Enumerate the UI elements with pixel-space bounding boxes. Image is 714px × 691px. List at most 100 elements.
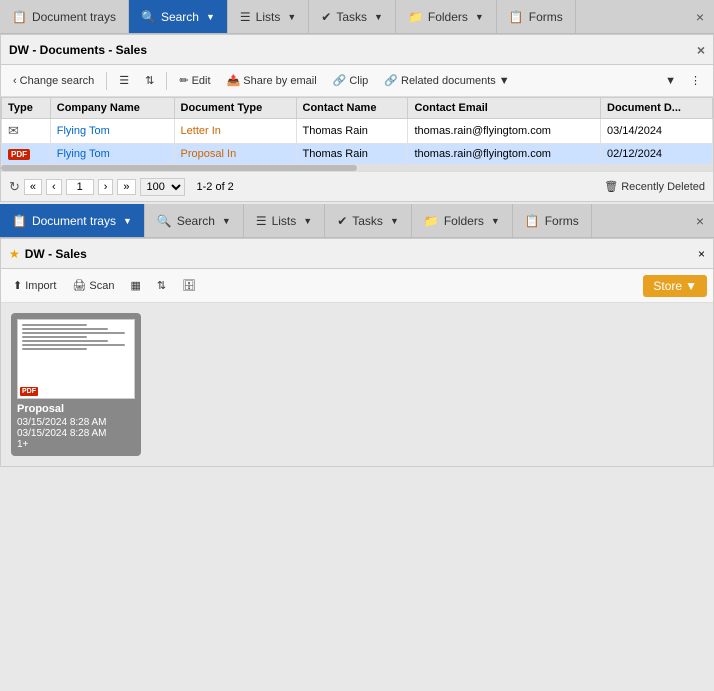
- horizontal-scrollbar[interactable]: [1, 165, 713, 171]
- related-docs-button[interactable]: 🔗 Related documents ▼: [378, 72, 515, 89]
- nav-lists-label: Lists: [256, 10, 281, 24]
- nav2-search-label: Search: [177, 214, 215, 228]
- cell-contact-email: thomas.rain@flyingtom.com: [408, 144, 601, 165]
- nav-folders-label: Folders: [428, 10, 468, 24]
- store-button[interactable]: Store ▼: [643, 275, 707, 297]
- scan-icon: 🖨: [72, 279, 86, 292]
- cell-company[interactable]: Flying Tom: [50, 119, 174, 144]
- cell-company[interactable]: Flying Tom: [50, 144, 174, 165]
- expand-button[interactable]: ▼: [659, 72, 682, 89]
- nav-search[interactable]: 🔍 Search ▼: [129, 0, 228, 33]
- nav-tasks-label: Tasks: [336, 10, 367, 24]
- nav2-lists-arrow: ▼: [303, 216, 312, 226]
- scan-label: Scan: [89, 280, 114, 292]
- search-nav-icon: 🔍: [141, 10, 156, 24]
- col-type[interactable]: Type: [2, 98, 51, 119]
- scrollbar-thumb[interactable]: [1, 165, 357, 171]
- prev-page-button[interactable]: ‹: [46, 179, 62, 195]
- thumb-line-1: [22, 324, 87, 326]
- nav2-tasks-label: Tasks: [352, 214, 383, 228]
- toolbar-right-buttons: ▼ ⋮: [659, 72, 707, 89]
- nav-tasks[interactable]: ✔ Tasks ▼: [309, 0, 396, 33]
- col-company[interactable]: Company Name: [50, 98, 174, 119]
- results-table-wrapper: Type Company Name Document Type Contact …: [1, 97, 713, 165]
- list-view-button[interactable]: ☰: [113, 72, 135, 89]
- table-row[interactable]: PDFFlying TomProposal InThomas Rainthoma…: [2, 144, 713, 165]
- panel1-titlebar: DW - Documents - Sales ×: [1, 35, 713, 65]
- nav2-lists-label: Lists: [272, 214, 297, 228]
- database-button[interactable]: 🗄: [176, 277, 202, 294]
- col-doctype[interactable]: Document Type: [174, 98, 296, 119]
- first-page-button[interactable]: «: [24, 179, 42, 195]
- share-email-button[interactable]: 📤 Share by email: [221, 72, 323, 89]
- change-search-label: Change search: [20, 75, 95, 87]
- col-contact[interactable]: Contact Name: [296, 98, 408, 119]
- nav2-tasks-arrow: ▼: [390, 216, 399, 226]
- star-icon: ★: [9, 247, 20, 261]
- nav2-doc-trays-arrow: ▼: [123, 216, 132, 226]
- email-type-icon: ✉: [8, 123, 19, 138]
- company-link[interactable]: Flying Tom: [57, 125, 110, 137]
- page-info-label: 1-2 of 2: [197, 181, 234, 193]
- col-date[interactable]: Document D...: [601, 98, 713, 119]
- col-email[interactable]: Contact Email: [408, 98, 601, 119]
- cell-doc-date: 02/12/2024: [601, 144, 713, 165]
- panel2-titlebar: ★ DW - Sales ×: [1, 239, 713, 269]
- clip-button[interactable]: 🔗 Clip: [327, 72, 375, 89]
- columns-button[interactable]: ▦: [124, 277, 146, 294]
- document-card-area: PDF Proposal 03/15/2024 8:28 AM 03/15/20…: [1, 303, 713, 466]
- page-size-select[interactable]: 100 50 25: [140, 178, 185, 196]
- nav2-lists[interactable]: ☰ Lists ▼: [244, 204, 325, 237]
- top-nav-close[interactable]: ×: [686, 0, 714, 33]
- nav2-folders[interactable]: 📁 Folders ▼: [412, 204, 513, 237]
- nav2-forms-icon: 📋: [525, 214, 540, 228]
- company-link[interactable]: Flying Tom: [57, 148, 110, 160]
- nav-forms[interactable]: 📋 Forms: [497, 0, 576, 33]
- nav-folders[interactable]: 📁 Folders ▼: [396, 0, 497, 33]
- pagination-bar: ↻ « ‹ 1 › » 100 50 25 1-2 of 2 🗑 Recentl…: [1, 171, 713, 201]
- nav2-search[interactable]: 🔍 Search ▼: [145, 204, 244, 237]
- scan-button[interactable]: 🖨 Scan: [66, 277, 120, 294]
- document-card-date1: 03/15/2024 8:28 AM: [17, 417, 135, 428]
- refresh-button[interactable]: ↻: [9, 179, 20, 195]
- change-search-icon: ‹: [13, 75, 17, 87]
- nav2-document-trays-label: Document trays: [32, 214, 116, 228]
- second-navigation: 📋 Document trays ▼ 🔍 Search ▼ ☰ Lists ▼ …: [0, 204, 714, 238]
- more-options-button[interactable]: ⋮: [684, 72, 707, 89]
- panel2-close-button[interactable]: ×: [698, 247, 705, 261]
- document-card-info: Proposal 03/15/2024 8:28 AM 03/15/2024 8…: [11, 399, 141, 456]
- document-card[interactable]: PDF Proposal 03/15/2024 8:28 AM 03/15/20…: [11, 313, 141, 456]
- edit-button[interactable]: ✏ Edit: [173, 72, 216, 89]
- nav2-lists-icon: ☰: [256, 214, 267, 228]
- tasks-nav-icon: ✔: [321, 10, 331, 24]
- recently-deleted-label: Recently Deleted: [621, 181, 705, 193]
- page-number-input[interactable]: 1: [66, 179, 94, 195]
- thumb-line-4: [22, 336, 87, 338]
- last-page-button[interactable]: »: [117, 179, 135, 195]
- pdf-badge: PDF: [20, 387, 38, 396]
- folders-nav-icon: 📁: [408, 10, 423, 24]
- table-row[interactable]: ✉Flying TomLetter InThomas Rainthomas.ra…: [2, 119, 713, 144]
- panel2-toolbar: ⬆ Import 🖨 Scan ▦ ⇅ 🗄 Store ▼: [1, 269, 713, 303]
- import-button[interactable]: ⬆ Import: [7, 277, 62, 294]
- next-page-button[interactable]: ›: [98, 179, 114, 195]
- lists-nav-icon: ☰: [240, 10, 251, 24]
- panel2-title: DW - Sales: [25, 247, 698, 261]
- search-results-panel: DW - Documents - Sales × ‹ Change search…: [0, 34, 714, 202]
- pdf-type-icon: PDF: [8, 149, 30, 160]
- nav2-document-trays[interactable]: 📋 Document trays ▼: [0, 204, 145, 237]
- nav-search-label: Search: [161, 10, 199, 24]
- nav-lists[interactable]: ☰ Lists ▼: [228, 0, 309, 33]
- nav2-forms[interactable]: 📋 Forms: [513, 204, 592, 237]
- second-nav-close[interactable]: ×: [686, 204, 714, 237]
- toolbar-separator-1: [106, 72, 107, 90]
- sort2-button[interactable]: ⇅: [151, 277, 172, 294]
- change-search-button[interactable]: ‹ Change search: [7, 73, 100, 89]
- panel1-close-button[interactable]: ×: [697, 42, 705, 58]
- cell-contact-email: thomas.rain@flyingtom.com: [408, 119, 601, 144]
- sort-button[interactable]: ⇅: [139, 72, 160, 89]
- nav2-tasks[interactable]: ✔ Tasks ▼: [325, 204, 412, 237]
- document-card-name: Proposal: [17, 403, 135, 415]
- nav-document-trays[interactable]: 📋 Document trays: [0, 0, 129, 33]
- recently-deleted-button[interactable]: 🗑 Recently Deleted: [604, 180, 705, 193]
